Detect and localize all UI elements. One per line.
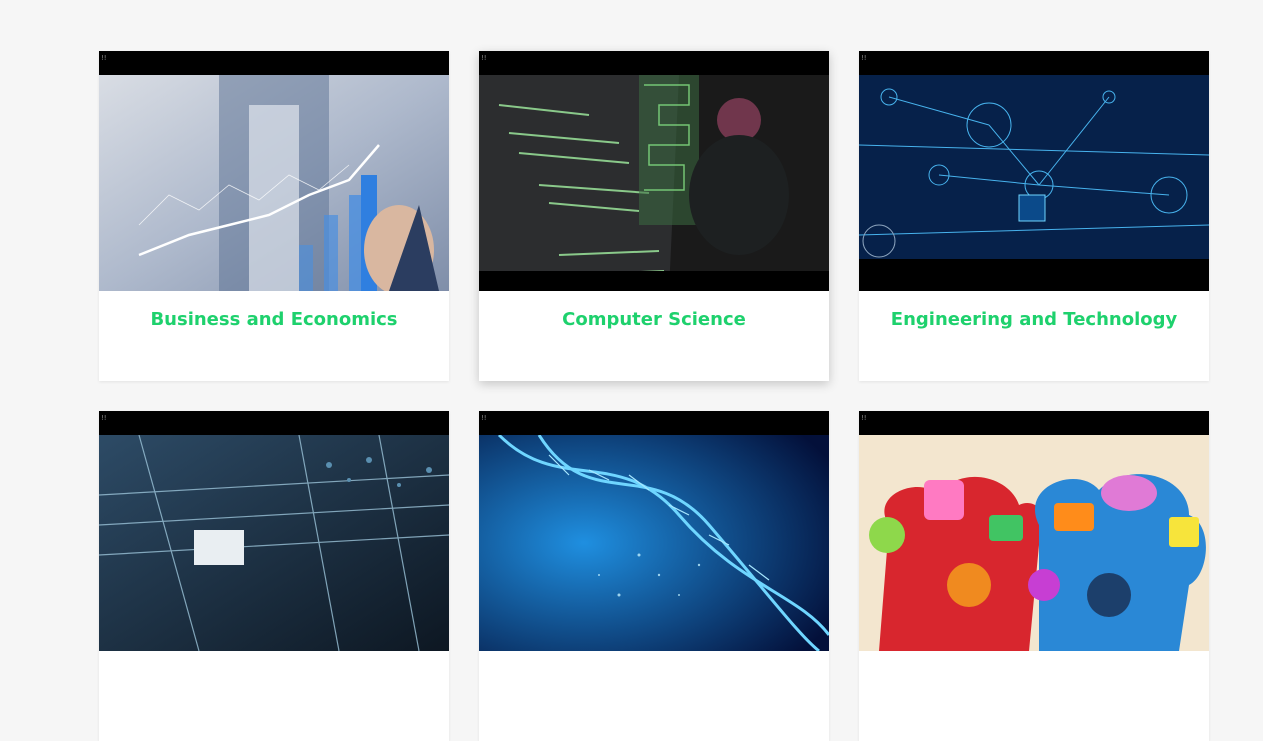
category-card-engineering-technology[interactable]: !! Engineering and Technology — [859, 51, 1209, 381]
circuit-network-image[interactable] — [859, 75, 1209, 291]
card-title[interactable]: Engineering and Technology — [859, 309, 1209, 330]
code-screen-image[interactable] — [479, 75, 829, 291]
card-top-bar: !! — [859, 51, 1209, 75]
category-card-5[interactable]: !! — [479, 411, 829, 741]
card-title[interactable]: Business and Economics — [99, 309, 449, 330]
card-top-bar: !! — [99, 411, 449, 435]
card-top-bar: !! — [479, 51, 829, 75]
social-gears-image[interactable] — [859, 435, 1209, 651]
dna-helix-image[interactable] — [479, 435, 829, 651]
business-chart-image[interactable] — [99, 75, 449, 291]
category-grid: !! Business and Economics !! Computer Sc… — [99, 51, 1209, 741]
category-card-computer-science[interactable]: !! Computer Science — [479, 51, 829, 381]
card-top-bar: !! — [479, 411, 829, 435]
card-top-bar: !! — [99, 51, 449, 75]
card-title[interactable]: Computer Science — [479, 309, 829, 330]
category-card-4[interactable]: !! — [99, 411, 449, 741]
card-top-bar: !! — [859, 411, 1209, 435]
category-card-business-economics[interactable]: !! Business and Economics — [99, 51, 449, 381]
circuit-board-image[interactable] — [99, 435, 449, 651]
category-card-6[interactable]: !! — [859, 411, 1209, 741]
